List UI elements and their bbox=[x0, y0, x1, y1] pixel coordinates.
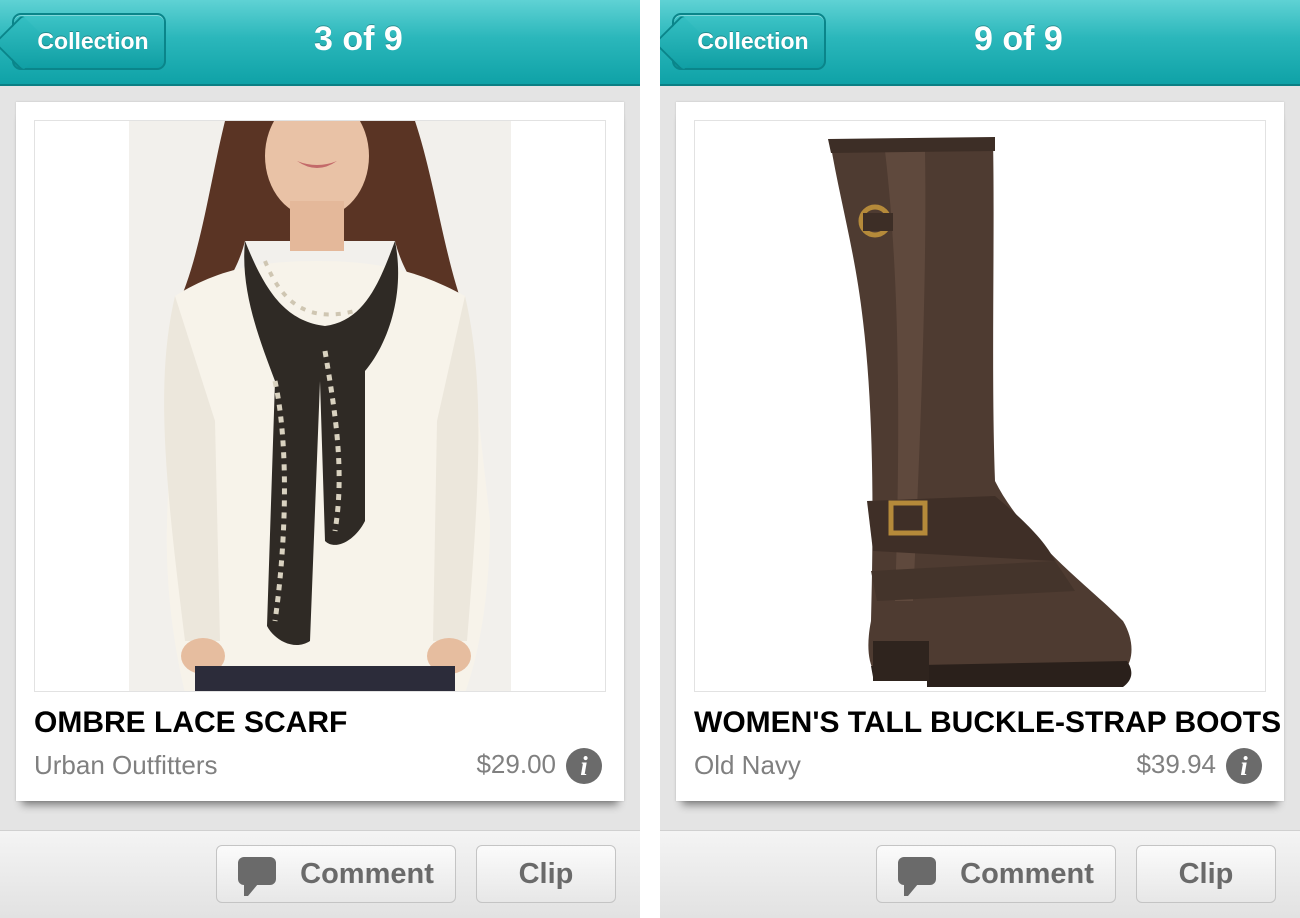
product-title: OMBRE LACE SCARF bbox=[34, 706, 348, 739]
store-name: Old Navy bbox=[694, 750, 801, 780]
boot-product-photo bbox=[828, 137, 1132, 687]
navigation-bar: Collection 3 of 9 bbox=[0, 0, 640, 86]
bottom-toolbar: Comment Clip bbox=[0, 830, 640, 918]
bottom-toolbar: Comment Clip bbox=[660, 830, 1300, 918]
navigation-bar: Collection 9 of 9 bbox=[660, 0, 1300, 86]
comment-button[interactable]: Comment bbox=[216, 845, 456, 903]
comment-button-label: Comment bbox=[300, 857, 434, 890]
clip-button[interactable]: Clip bbox=[1136, 845, 1276, 903]
comment-button[interactable]: Comment bbox=[876, 845, 1116, 903]
product-screen-right: Collection 9 of 9 WOMEN'S TALL BUCKLE-ST… bbox=[660, 0, 1300, 918]
product-card: WOMEN'S TALL BUCKLE-STRAP BOOTS Old Navy… bbox=[676, 102, 1284, 801]
scarf-product-photo bbox=[129, 121, 511, 691]
back-to-collection-button[interactable]: Collection bbox=[12, 13, 166, 70]
info-icon[interactable]: i bbox=[1226, 748, 1262, 784]
item-position-title: 9 of 9 bbox=[974, 20, 1063, 58]
product-title: WOMEN'S TALL BUCKLE-STRAP BOOTS bbox=[694, 706, 1282, 739]
product-screen-left: Collection 3 of 9 OMBRE LACE SCARF Urban… bbox=[0, 0, 640, 918]
screen-divider bbox=[640, 0, 660, 918]
speech-bubble-icon bbox=[238, 857, 277, 896]
info-icon[interactable]: i bbox=[566, 748, 602, 784]
comment-button-label: Comment bbox=[960, 857, 1094, 890]
product-card: OMBRE LACE SCARF Urban Outfitters $29.00… bbox=[16, 102, 624, 801]
back-button-label: Collection bbox=[697, 28, 809, 54]
speech-bubble-icon bbox=[898, 857, 937, 896]
product-image[interactable] bbox=[34, 120, 606, 692]
item-position-title: 3 of 9 bbox=[314, 20, 403, 58]
back-to-collection-button[interactable]: Collection bbox=[672, 13, 826, 70]
clip-button-label: Clip bbox=[518, 857, 574, 890]
product-image[interactable] bbox=[694, 120, 1266, 692]
clip-button-label: Clip bbox=[1178, 857, 1234, 890]
product-price: $29.00 bbox=[476, 749, 556, 779]
back-button-label: Collection bbox=[37, 28, 149, 54]
product-price: $39.94 bbox=[1136, 749, 1216, 779]
clip-button[interactable]: Clip bbox=[476, 845, 616, 903]
store-name: Urban Outfitters bbox=[34, 750, 218, 780]
